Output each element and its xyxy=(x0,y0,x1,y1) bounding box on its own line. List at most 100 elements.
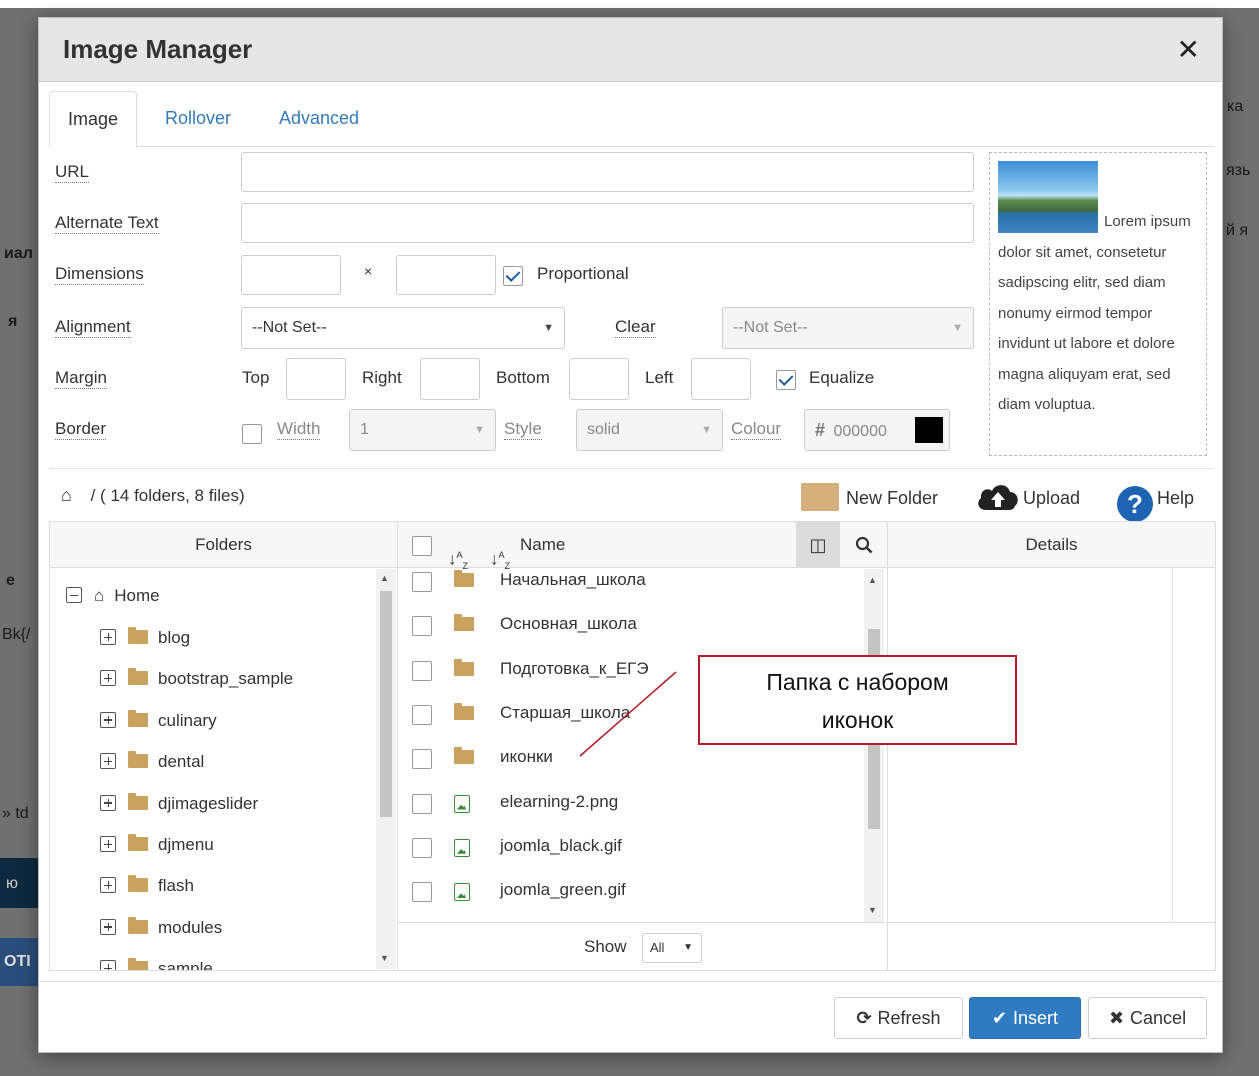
details-divider xyxy=(1172,568,1173,922)
clear-select[interactable]: --Not Set-- ▼ xyxy=(722,307,974,349)
tab-rollover[interactable]: Rollover xyxy=(147,91,249,147)
preview-text: Lorem ipsum dolor sit amet, consetetur s… xyxy=(998,213,1191,413)
bg-text: ю xyxy=(6,875,18,892)
margin-right-input[interactable] xyxy=(420,358,480,400)
file-checkbox[interactable] xyxy=(412,793,432,814)
file-name: joomla_green.gif xyxy=(500,880,626,900)
select-all-checkbox[interactable] xyxy=(412,536,432,556)
file-name: Основная_школа xyxy=(500,614,637,634)
height-input[interactable] xyxy=(396,255,496,295)
name-column-header[interactable]: Name xyxy=(520,522,565,568)
file-row[interactable]: joomla_black.gif xyxy=(398,826,868,870)
show-bar: Show All ▼ xyxy=(398,922,886,970)
close-icon[interactable]: ✕ xyxy=(1177,36,1200,64)
folder-icon xyxy=(128,916,148,934)
alignment-value: --Not Set-- xyxy=(252,319,327,336)
margin-left-input[interactable] xyxy=(691,358,751,400)
expand-icon[interactable] xyxy=(100,753,116,770)
border-width-value: 1 xyxy=(360,421,369,438)
tree-item[interactable]: sample xyxy=(100,954,213,970)
files-scrollbar[interactable]: ▲ ▼ xyxy=(864,569,884,922)
folder-icon xyxy=(801,483,839,511)
chevron-down-icon: ▼ xyxy=(543,322,554,334)
expand-icon[interactable] xyxy=(100,629,116,645)
expand-icon[interactable] xyxy=(100,711,116,728)
collapse-icon[interactable] xyxy=(66,587,82,603)
file-checkbox[interactable] xyxy=(412,616,432,637)
file-checkbox[interactable] xyxy=(412,572,432,592)
border-width-label: Width xyxy=(277,419,321,440)
home-icon[interactable]: ⌂ xyxy=(61,485,72,505)
insert-button[interactable]: ✔ Insert xyxy=(969,997,1081,1039)
preview-box: Lorem ipsum dolor sit amet, consetetur s… xyxy=(989,152,1207,456)
chevron-down-icon: ▼ xyxy=(701,424,712,436)
file-checkbox[interactable] xyxy=(412,704,432,725)
expand-icon[interactable] xyxy=(100,670,116,687)
tree-item[interactable]: bootstrap_sample xyxy=(100,664,293,694)
expand-icon[interactable] xyxy=(100,836,116,852)
border-style-label: Style xyxy=(504,419,542,440)
tree-item[interactable]: flash xyxy=(100,871,194,901)
scroll-down-icon[interactable]: ▼ xyxy=(380,953,389,963)
alignment-select[interactable]: --Not Set-- ▼ xyxy=(241,307,565,349)
folders-scrollbar[interactable]: ▲ ▼ xyxy=(376,569,396,969)
margin-top-input[interactable] xyxy=(286,358,346,400)
insert-label: Insert xyxy=(1013,1008,1059,1028)
border-label: Border xyxy=(55,419,107,440)
cancel-button[interactable]: ✖ Cancel xyxy=(1088,997,1207,1039)
scroll-down-icon[interactable]: ▼ xyxy=(868,905,877,915)
upload-button[interactable]: Upload xyxy=(975,478,1080,518)
folder-icon xyxy=(128,668,148,686)
file-checkbox[interactable] xyxy=(412,882,432,903)
show-select[interactable]: All ▼ xyxy=(642,933,702,963)
file-checkbox[interactable] xyxy=(412,837,432,858)
file-row[interactable]: Основная_школа xyxy=(398,604,868,648)
equalize-checkbox[interactable] xyxy=(776,370,796,390)
url-label: URL xyxy=(55,162,90,183)
file-row[interactable]: joomla_green.gif xyxy=(398,870,868,914)
width-input[interactable] xyxy=(241,255,341,295)
tab-image[interactable]: Image xyxy=(49,91,138,148)
margin-bottom-input[interactable] xyxy=(569,358,629,400)
tab-advanced[interactable]: Advanced xyxy=(261,91,377,147)
files-pane: ↓AZ ↓AZ Name ◫ Начальная_школа Основная_ш… xyxy=(398,522,888,970)
help-icon: ? xyxy=(1117,486,1153,522)
tree-item-home[interactable]: ⌂ Home xyxy=(66,581,160,611)
border-width-select[interactable]: 1 ▼ xyxy=(349,409,496,451)
tree-item[interactable]: modules xyxy=(100,913,222,943)
new-folder-button[interactable]: New Folder xyxy=(801,478,938,518)
refresh-button[interactable]: ⟳ Refresh xyxy=(834,997,963,1039)
proportional-checkbox[interactable] xyxy=(503,266,523,286)
file-checkbox[interactable] xyxy=(412,660,432,681)
tree-item-label: culinary xyxy=(158,710,217,730)
border-checkbox[interactable] xyxy=(242,424,262,444)
breadcrumb-path: / ( 14 folders, 8 files) xyxy=(90,486,245,505)
tree-item[interactable]: djimageslider xyxy=(100,789,258,819)
expand-icon[interactable] xyxy=(100,794,116,811)
help-button[interactable]: ? Help xyxy=(1117,478,1194,522)
expand-icon[interactable] xyxy=(100,877,116,894)
search-icon[interactable] xyxy=(842,522,886,568)
file-row[interactable]: Начальная_школа xyxy=(398,568,868,604)
tree-item-label: modules xyxy=(158,917,223,937)
tree-item[interactable]: dental xyxy=(100,747,204,777)
scroll-up-icon[interactable]: ▲ xyxy=(380,573,389,583)
view-columns-icon[interactable]: ◫ xyxy=(796,522,840,568)
annotation-line-1: Папка с набором xyxy=(766,669,949,695)
colour-swatch[interactable] xyxy=(915,417,943,443)
tree-item[interactable]: culinary xyxy=(100,706,217,736)
border-colour-input[interactable]: # 000000 xyxy=(804,409,950,451)
file-checkbox[interactable] xyxy=(412,749,432,770)
file-row[interactable]: elearning-2.png xyxy=(398,782,868,826)
scroll-thumb[interactable] xyxy=(380,591,392,817)
details-pane: Details xyxy=(888,522,1215,970)
expand-icon[interactable] xyxy=(100,960,116,970)
tree-item[interactable]: djmenu xyxy=(100,830,214,860)
folder-icon xyxy=(454,747,474,765)
alt-text-input[interactable] xyxy=(241,203,974,243)
expand-icon[interactable] xyxy=(100,918,116,935)
tree-item[interactable]: blog xyxy=(100,623,190,653)
url-input[interactable] xyxy=(241,152,974,192)
border-style-select[interactable]: solid ▼ xyxy=(576,409,723,451)
scroll-up-icon[interactable]: ▲ xyxy=(868,575,877,585)
